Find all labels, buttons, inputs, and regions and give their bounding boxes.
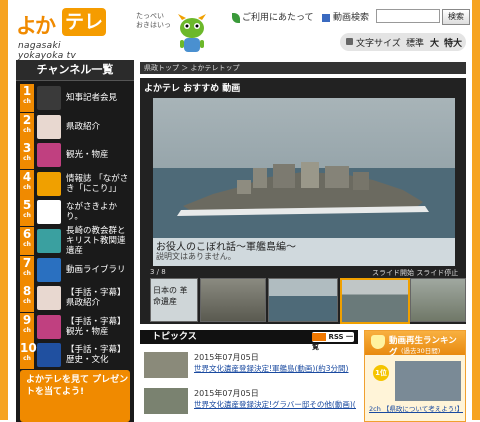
thumbnail-2[interactable] (200, 278, 266, 322)
logo-icon (37, 200, 61, 225)
mascot-icon (178, 14, 206, 52)
ranking-thumbnail[interactable] (395, 361, 461, 401)
channel-label: 動画ライブラリ (66, 264, 126, 275)
rank-1-badge: 1位 (373, 365, 389, 381)
channel-number: 3 ch (20, 141, 34, 170)
thumbnail-1-text: 日本の 革命遺産 (153, 286, 188, 306)
thumbnail-4[interactable] (340, 278, 410, 324)
ranking-panel: 動画再生ランキング (過去30日間) 1位 2ch 【県政について考えよう!】(… (364, 330, 466, 422)
present-banner[interactable]: よかテレを見て プレゼントを当てよう! (20, 370, 130, 422)
channel-label: 県政紹介 (66, 121, 101, 132)
topic-date: 2015年07月05日 (194, 389, 259, 398)
channel-number: 6 ch (20, 227, 34, 255)
topics-section: トピックス RSS 一覧 2015年07月05日 世界文化遺産登録決定!軍艦島(… (140, 330, 358, 422)
featured-heading: よかテレ おすすめ 動画 (144, 84, 241, 94)
nikori-icon (37, 171, 61, 196)
logo-subtitle: nagasaki yokayoka tv (18, 41, 77, 61)
history-icon (37, 343, 61, 368)
flower-icon (37, 314, 61, 339)
lips-icon (37, 114, 61, 139)
logo-tere-text: テレ (62, 8, 106, 36)
channel-item-5[interactable]: 5 ch ながさきよかり。 (20, 198, 130, 227)
channel-nav: チャンネル一覧 1 ch 知事記者会見 2 ch 県政紹介 3 ch 観光・物産 4 ch 情報誌 「… (16, 60, 134, 422)
channel-number: 1 ch (20, 84, 34, 112)
slide-controls[interactable]: スライド開始 スライド停止 (372, 268, 458, 278)
search-button[interactable]: 検索 (442, 9, 470, 25)
font-size-xlarge[interactable]: 特大 (444, 36, 462, 49)
channel-label: 【手話・字幕】 観光・物産 (66, 316, 126, 337)
topic-date: 2015年07月05日 (194, 353, 259, 362)
ranking-subtitle: (過去30日間) (401, 347, 441, 355)
channel-item-4[interactable]: 4 ch 情報誌 「ながさき「にこり」」 (20, 169, 130, 198)
channel-item-7[interactable]: 7 ch 動画ライブラリ (20, 255, 130, 284)
channel-number: 8 ch (20, 284, 34, 313)
slide-counter: 3 / 8 (150, 268, 166, 276)
font-size-label: 文字サイズ (356, 39, 401, 49)
ranking-header: 動画再生ランキング (過去30日間) (365, 331, 465, 358)
channel-number: 2 ch (20, 112, 34, 141)
topic-thumbnail[interactable] (144, 352, 188, 378)
breadcrumb[interactable]: 県政トップ ＞ よかテレトップ (140, 62, 466, 74)
channel-label: 観光・物産 (66, 150, 109, 161)
flower-icon (37, 143, 61, 168)
channel-number: 7 ch (20, 255, 34, 284)
topic-item: 2015年07月05日 世界文化遺産登録決定!軍艦島(動画)(約3分間) (140, 350, 358, 380)
topic-item: 2015年07月05日 世界文化遺産登録決定!グラバー邸その他(動画)(約3分間… (140, 386, 358, 416)
thumbnail-3[interactable] (268, 278, 338, 322)
topic-thumbnail[interactable] (144, 388, 188, 414)
site-logo[interactable]: よか テレ nagasaki yokayoka tv (16, 8, 106, 61)
search-input[interactable] (376, 9, 440, 23)
topic-link[interactable]: 世界文化遺産登録決定!軍艦島(動画)(約3分間) (194, 363, 356, 374)
channel-label: 【手話・字幕】 歴史・文化 (66, 345, 126, 366)
globe-icon (37, 257, 61, 282)
topic-link[interactable]: 世界文化遺産登録決定!グラバー邸その他(動画)(約3分間) (194, 399, 356, 410)
lips-icon (37, 286, 61, 311)
channel-label: ながさきよかり。 (66, 202, 118, 223)
channel-number: 9 ch (20, 312, 34, 341)
channel-label: 情報誌 「ながさき「にこり」」 (66, 173, 129, 194)
rss-button[interactable]: RSS 一覧 (312, 332, 354, 351)
channel-item-3[interactable]: 3 ch 観光・物産 (20, 141, 130, 170)
font-size-icon (346, 38, 353, 45)
video-search-link[interactable]: 動画検索 (322, 10, 369, 23)
font-size-standard[interactable]: 標準 (406, 36, 424, 49)
featured-description: 説明文はありません。 (156, 252, 236, 261)
logo-mark: よか テレ (16, 8, 106, 38)
search-box-icon (322, 13, 330, 22)
channel-label: 知事記者会見 (66, 93, 118, 103)
thumbnail-strip: 日本の 革命遺産 (150, 278, 466, 324)
channel-item-8[interactable]: 8 ch 【手話・字幕】 県政紹介 (20, 284, 130, 313)
channel-item-1[interactable]: 1 ch 知事記者会見 (20, 84, 130, 112)
channel-item-2[interactable]: 2 ch 県政紹介 (20, 112, 130, 141)
channel-nav-title: チャンネル一覧 (16, 60, 134, 81)
present-banner-text: よかテレを見て プレゼントを当てよう! (26, 375, 129, 397)
thumbnail-1[interactable]: 日本の 革命遺産 (150, 278, 198, 322)
channel-item-9[interactable]: 9 ch 【手話・字幕】 観光・物産 (20, 312, 130, 341)
logo-yoka-text: よか (16, 14, 56, 38)
mascot: たっぺい おきはいっ (136, 10, 206, 60)
usage-link[interactable]: ご利用にあたって (232, 10, 314, 23)
channel-item-6[interactable]: 6 ch 長崎の教会群と キリスト教関連遺産 (20, 226, 130, 256)
topics-heading: トピックス RSS 一覧 (140, 330, 358, 351)
ranking-link[interactable]: 2ch 【県政について考えよう!】(8月00日放送) (369, 403, 463, 413)
channel-number: 10 ch (20, 341, 37, 370)
font-size-large[interactable]: 大 (430, 36, 439, 49)
channel-label: 長崎の教会群と キリスト教関連遺産 (66, 226, 126, 256)
channel-label: 【手話・字幕】 県政紹介 (66, 288, 126, 309)
channel-item-10[interactable]: 10 ch 【手話・字幕】 歴史・文化 (20, 341, 130, 370)
channel-number: 4 ch (20, 169, 34, 198)
trophy-icon (371, 335, 385, 349)
thumbnail-5[interactable] (410, 278, 466, 322)
mascot-caption: たっぺい おきはいっ (136, 12, 171, 29)
church-icon (37, 229, 61, 253)
microphone-icon (37, 86, 61, 110)
font-size-selector: 文字サイズ 標準 大 特大 (340, 33, 466, 51)
leaf-icon (232, 12, 240, 23)
channel-number: 5 ch (20, 198, 34, 227)
rss-icon (312, 333, 326, 341)
